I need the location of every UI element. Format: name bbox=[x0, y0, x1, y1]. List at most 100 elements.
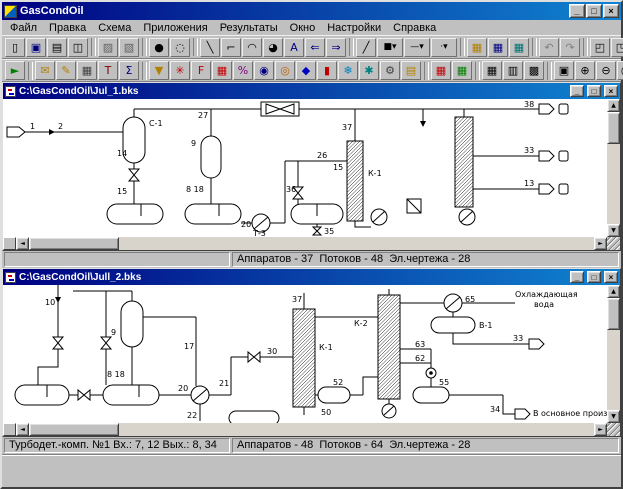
zoom-fit-icon[interactable]: ◯ bbox=[617, 61, 623, 80]
child-maximize-button[interactable]: □ bbox=[587, 85, 601, 97]
thermometer-icon[interactable]: ▮ bbox=[317, 61, 337, 80]
scroll-right-button[interactable]: ► bbox=[594, 423, 607, 436]
vertical-scrollbar[interactable]: ▲ ▼ bbox=[607, 285, 620, 423]
minimize-button[interactable]: _ bbox=[569, 4, 585, 18]
close-button[interactable]: × bbox=[603, 4, 619, 18]
paste-icon[interactable]: ▧ bbox=[119, 37, 139, 57]
polyline-tool-icon[interactable]: ⌐ bbox=[221, 37, 241, 57]
diagram-canvas-2[interactable]: 10 9 8 18 17 20 21 22 37 30 К-1 К-2 52 50 63 62 65 В-1 55… bbox=[3, 285, 607, 423]
results-table-icon[interactable]: ▦ bbox=[467, 37, 487, 57]
arc-tool-icon[interactable]: ◠ bbox=[242, 37, 262, 57]
grid-cols-icon[interactable]: ▥ bbox=[503, 61, 523, 80]
hot-table-icon[interactable]: ▦ bbox=[431, 61, 451, 80]
line-width-icon[interactable]: —▾ bbox=[404, 37, 430, 57]
new-file-icon[interactable]: ▯ bbox=[5, 37, 25, 57]
pan-icon[interactable]: ● bbox=[149, 37, 169, 57]
donut-icon[interactable]: ◎ bbox=[275, 61, 295, 80]
scroll-up-button[interactable]: ▲ bbox=[607, 285, 620, 298]
edit-scheme-icon[interactable]: ✎ bbox=[56, 61, 76, 80]
document-titlebar-1[interactable]: C:\GasCondOil\Jul_1.bks _ □ × bbox=[3, 83, 620, 99]
document-titlebar-2[interactable]: C:\GasCondOil\Jull_2.bks _ □ × bbox=[3, 269, 620, 285]
scrollbar-thumb[interactable] bbox=[29, 423, 119, 436]
units-table-icon[interactable]: ▦ bbox=[509, 37, 529, 57]
flip-right-icon[interactable]: ⇒ bbox=[326, 37, 346, 57]
menu-window[interactable]: Окно bbox=[284, 22, 322, 34]
flip-left-icon[interactable]: ⇐ bbox=[305, 37, 325, 57]
scroll-up-button[interactable]: ▲ bbox=[607, 99, 620, 112]
mixer-icon[interactable]: ✱ bbox=[359, 61, 379, 80]
grid-dense-icon[interactable]: ▩ bbox=[524, 61, 544, 80]
fill-color-icon[interactable]: ■▾ bbox=[377, 37, 403, 57]
menu-scheme[interactable]: Схема bbox=[92, 22, 137, 34]
scrollbar-track[interactable] bbox=[29, 237, 594, 250]
grid-view-icon[interactable]: ▦ bbox=[482, 61, 502, 80]
undo-icon[interactable]: ↶ bbox=[539, 37, 559, 57]
scrollbar-thumb[interactable] bbox=[29, 237, 119, 250]
menu-results[interactable]: Результаты bbox=[214, 22, 284, 34]
vertical-scrollbar[interactable]: ▲ ▼ bbox=[607, 99, 620, 237]
child-maximize-button[interactable]: □ bbox=[587, 271, 601, 283]
scroll-left-button[interactable]: ◄ bbox=[16, 237, 29, 250]
toolbar-separator bbox=[193, 38, 198, 56]
copy-icon[interactable]: ▨ bbox=[98, 37, 118, 57]
filter-icon[interactable]: ▼ bbox=[149, 61, 169, 80]
units-setup-icon[interactable]: Т bbox=[98, 61, 118, 80]
point-style-icon[interactable]: ·▾ bbox=[431, 37, 457, 57]
scroll-left-button[interactable]: ◄ bbox=[16, 423, 29, 436]
run-calculation-icon[interactable]: ► bbox=[5, 61, 25, 80]
scroll-right-button[interactable]: ► bbox=[594, 237, 607, 250]
menu-help[interactable]: Справка bbox=[387, 22, 442, 34]
streams-table-icon[interactable]: ▦ bbox=[488, 37, 508, 57]
scroll-down-button[interactable]: ▼ bbox=[607, 410, 620, 423]
drop-icon[interactable]: ◆ bbox=[296, 61, 316, 80]
menu-file[interactable]: Файл bbox=[4, 22, 43, 34]
scrollbar-track[interactable] bbox=[29, 423, 594, 436]
document-title-1: C:\GasCondOil\Jul_1.bks bbox=[19, 85, 139, 97]
select-icon[interactable]: ◌ bbox=[170, 37, 190, 57]
menu-edit[interactable]: Правка bbox=[43, 22, 92, 34]
save-icon[interactable]: ▣ bbox=[26, 37, 46, 57]
pane-splitter[interactable] bbox=[3, 237, 16, 250]
curve-tool-icon[interactable]: ◕ bbox=[263, 37, 283, 57]
text-tool-icon[interactable]: A bbox=[284, 37, 304, 57]
print-preview-icon[interactable]: ◫ bbox=[68, 37, 88, 57]
pane-splitter[interactable] bbox=[3, 423, 16, 436]
resize-grip[interactable] bbox=[607, 237, 620, 250]
child-minimize-button[interactable]: _ bbox=[570, 271, 584, 283]
resize-grip[interactable] bbox=[607, 423, 620, 436]
menu-applications[interactable]: Приложения bbox=[137, 22, 213, 34]
maximize-button[interactable]: □ bbox=[586, 4, 602, 18]
components-icon[interactable]: ✳ bbox=[170, 61, 190, 80]
formula-icon[interactable]: F bbox=[191, 61, 211, 80]
sum-streams-icon[interactable]: Σ bbox=[119, 61, 139, 80]
menu-settings[interactable]: Настройки bbox=[321, 22, 387, 34]
cold-table-icon[interactable]: ▦ bbox=[452, 61, 472, 80]
scrollbar-thumb[interactable] bbox=[607, 298, 620, 330]
diagram-canvas-1[interactable]: 1 2 С-1 14 15 27 9 8 18 36 26 20 Т-3 35 37 15 К-1 38 33 13 bbox=[3, 99, 607, 237]
snowflake-icon[interactable]: ❄ bbox=[338, 61, 358, 80]
zoom-out-icon[interactable]: ⊖ bbox=[596, 61, 616, 80]
settings-gear-icon[interactable]: ⚙ bbox=[380, 61, 400, 80]
scroll-down-button[interactable]: ▼ bbox=[607, 224, 620, 237]
child-close-button[interactable]: × bbox=[604, 271, 618, 283]
oil-sample-icon[interactable]: ◉ bbox=[254, 61, 274, 80]
print-icon[interactable]: ▤ bbox=[47, 37, 67, 57]
reactions-grid-icon[interactable]: ▦ bbox=[212, 61, 232, 80]
child-minimize-button[interactable]: _ bbox=[570, 85, 584, 97]
child-close-button[interactable]: × bbox=[604, 85, 618, 97]
scrollbar-thumb[interactable] bbox=[607, 112, 620, 144]
percent-icon[interactable]: % bbox=[233, 61, 253, 80]
zoom-in-icon[interactable]: ⊕ bbox=[575, 61, 595, 80]
line-tool-icon[interactable]: ╲ bbox=[200, 37, 220, 57]
line-style-icon[interactable]: ╱ bbox=[356, 37, 376, 57]
prev-view-icon[interactable]: ◰ bbox=[590, 37, 610, 57]
scheme-mail-icon[interactable]: ✉ bbox=[35, 61, 55, 80]
next-view-icon[interactable]: ◳ bbox=[611, 37, 623, 57]
report-icon[interactable]: ▤ bbox=[401, 61, 421, 80]
scrollbar-track[interactable] bbox=[607, 298, 620, 410]
calculator-icon[interactable]: ▦ bbox=[77, 61, 97, 80]
scrollbar-track[interactable] bbox=[607, 112, 620, 224]
title-bar[interactable]: GasCondOil _ □ × bbox=[2, 2, 621, 20]
redo-icon[interactable]: ↷ bbox=[560, 37, 580, 57]
cascade-windows-icon[interactable]: ▣ bbox=[554, 61, 574, 80]
